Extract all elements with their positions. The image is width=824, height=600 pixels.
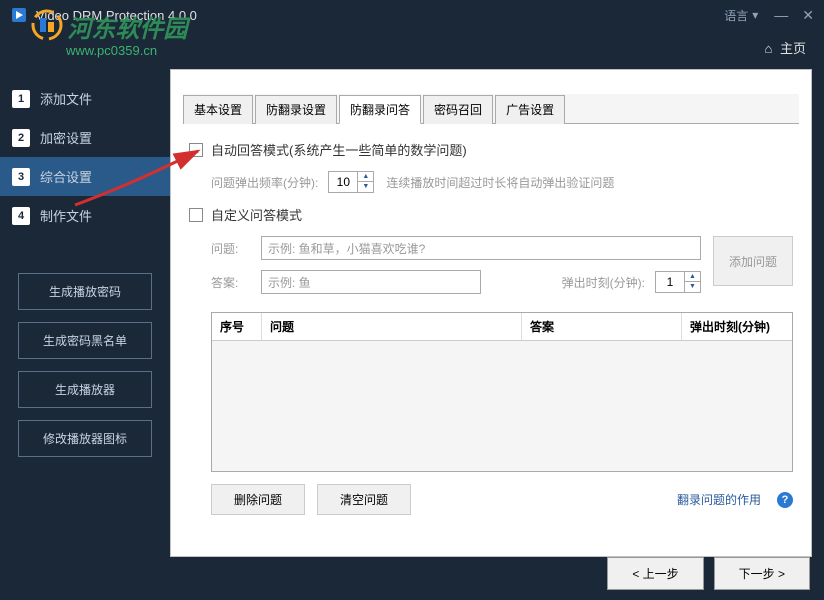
home-icon: ⌂ [765, 41, 773, 56]
gen-play-password-button[interactable]: 生成播放密码 [18, 273, 152, 310]
frequency-label: 问题弹出频率(分钟): [211, 174, 318, 191]
question-label: 问题: [211, 240, 261, 257]
help-link[interactable]: 翻录问题的作用 [677, 491, 761, 508]
auto-answer-label: 自动回答模式(系统产生一些简单的数学问题) [211, 140, 467, 159]
custom-qa-checkbox[interactable] [189, 208, 203, 222]
table-header-popup: 弹出时刻(分钟) [682, 313, 792, 340]
popup-time-spinner[interactable]: ▲▼ [655, 271, 701, 293]
table-header-number: 序号 [212, 313, 262, 340]
next-button[interactable]: 下一步 > [714, 557, 810, 590]
delete-question-button[interactable]: 删除问题 [211, 484, 305, 515]
popup-time-label: 弹出时刻(分钟): [562, 274, 645, 291]
breadcrumb[interactable]: ⌂ 主页 [0, 30, 824, 69]
content-panel: 基本设置 防翻录设置 防翻录问答 密码召回 广告设置 自动回答模式(系统产生一些… [170, 69, 812, 557]
titlebar: Video DRM Protection 4.0.0 语言 ▾ — ✕ [0, 0, 824, 30]
step-add-files[interactable]: 1添加文件 [0, 79, 170, 118]
gen-player-button[interactable]: 生成播放器 [18, 371, 152, 408]
questions-table: 序号 问题 答案 弹出时刻(分钟) [211, 312, 793, 472]
step-build-files[interactable]: 4制作文件 [0, 196, 170, 235]
language-selector[interactable]: 语言 ▾ [724, 7, 758, 24]
answer-input[interactable] [261, 270, 481, 294]
spinner-up-icon[interactable]: ▲ [685, 272, 700, 282]
info-icon[interactable]: ? [777, 492, 793, 508]
chevron-down-icon: ▾ [752, 8, 758, 22]
answer-label: 答案: [211, 274, 261, 291]
tab-antirecord-qa[interactable]: 防翻录问答 [339, 95, 421, 124]
app-logo-icon [10, 5, 30, 25]
prev-button[interactable]: < 上一步 [607, 557, 703, 590]
sidebar: 1添加文件 2加密设置 3综合设置 4制作文件 生成播放密码 生成密码黑名单 生… [0, 69, 170, 557]
question-input[interactable] [261, 236, 701, 260]
table-header-answer: 答案 [522, 313, 682, 340]
tabs: 基本设置 防翻录设置 防翻录问答 密码召回 广告设置 [183, 94, 799, 124]
table-header-question: 问题 [262, 313, 522, 340]
spinner-down-icon[interactable]: ▼ [358, 182, 373, 192]
auto-answer-checkbox[interactable] [189, 143, 203, 157]
gen-blacklist-button[interactable]: 生成密码黑名单 [18, 322, 152, 359]
tab-basic[interactable]: 基本设置 [183, 95, 253, 124]
custom-qa-label: 自定义问答模式 [211, 205, 302, 224]
footer-nav: < 上一步 下一步 > [593, 547, 824, 600]
spinner-up-icon[interactable]: ▲ [358, 172, 373, 182]
app-title: Video DRM Protection 4.0.0 [36, 8, 197, 23]
modify-player-icon-button[interactable]: 修改播放器图标 [18, 420, 152, 457]
frequency-hint: 连续播放时间超过时长将自动弹出验证问题 [386, 174, 614, 191]
tab-password-recall[interactable]: 密码召回 [423, 95, 493, 124]
add-question-button[interactable]: 添加问题 [713, 236, 793, 286]
tab-antirecord-settings[interactable]: 防翻录设置 [255, 95, 337, 124]
minimize-button[interactable]: — [774, 7, 788, 24]
tab-ad-settings[interactable]: 广告设置 [495, 95, 565, 124]
close-button[interactable]: ✕ [802, 7, 814, 24]
step-general-settings[interactable]: 3综合设置 [0, 157, 170, 196]
clear-questions-button[interactable]: 清空问题 [317, 484, 411, 515]
step-encrypt-settings[interactable]: 2加密设置 [0, 118, 170, 157]
spinner-down-icon[interactable]: ▼ [685, 282, 700, 292]
frequency-spinner[interactable]: ▲▼ [328, 171, 374, 193]
